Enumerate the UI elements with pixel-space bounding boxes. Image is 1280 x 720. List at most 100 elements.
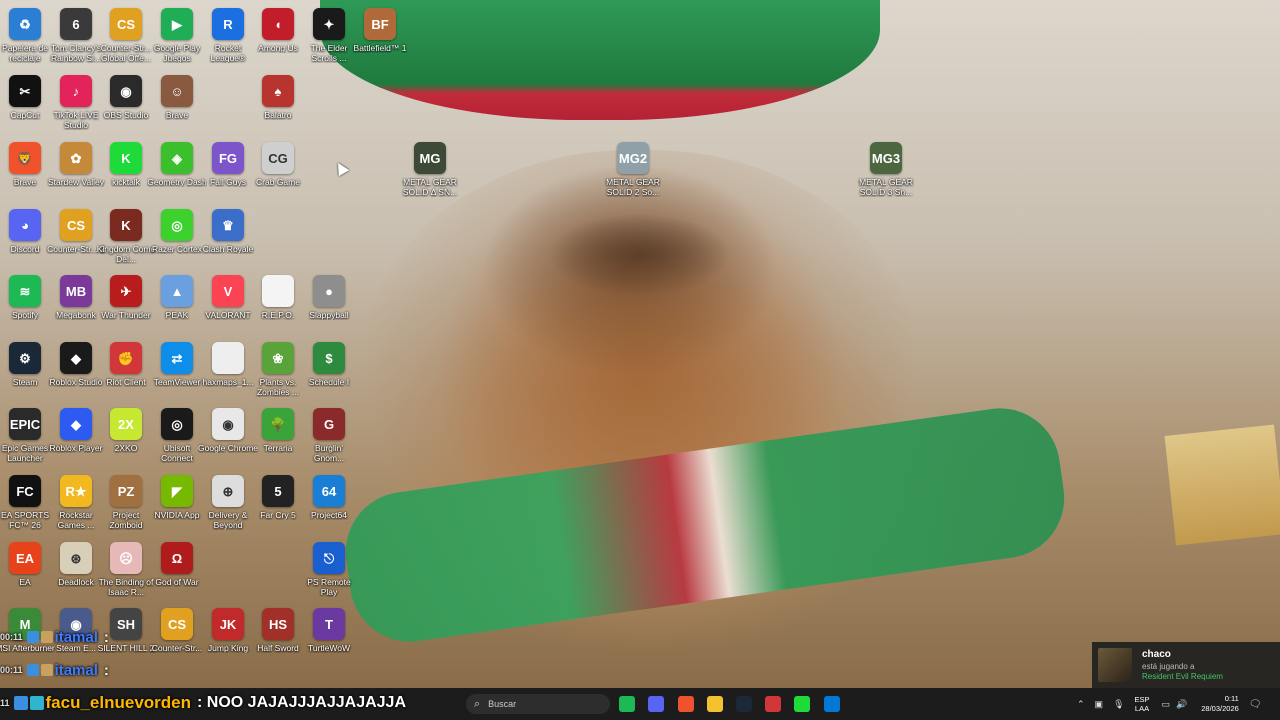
desktop-icon[interactable]: ☺ Brave bbox=[145, 71, 209, 135]
kicktalk-taskbar-icon[interactable] bbox=[794, 696, 810, 712]
war-thunder-icon: ✈ bbox=[110, 275, 142, 307]
teamviewer-icon: ⇄ bbox=[161, 342, 193, 374]
desktop-icon[interactable]: 64 Project64 bbox=[297, 471, 361, 535]
brave-icon: 🦁 bbox=[9, 142, 41, 174]
silent-hill-icon: SH bbox=[110, 608, 142, 640]
desktop-icon-label: Balatro bbox=[264, 110, 292, 120]
chat-badge-icon bbox=[26, 631, 39, 643]
desktop-icon[interactable]: $ Schedule I bbox=[297, 338, 361, 402]
fall-guys-icon: FG bbox=[212, 142, 244, 174]
jump-king-icon: JK bbox=[212, 608, 244, 640]
desktop-icon[interactable]: ● Slappyball bbox=[297, 271, 361, 335]
desktop-icon-label: Battlefield™ 1 bbox=[353, 43, 407, 53]
microphone-icon[interactable]: 🎙 bbox=[1113, 699, 1124, 710]
chat-username: facu_elnuevorden bbox=[45, 693, 192, 712]
language-code: ESP bbox=[1134, 695, 1150, 704]
desktop-icon-label: PS Remote Play bbox=[307, 577, 351, 597]
notifications-icon[interactable]: 🗨 bbox=[1249, 699, 1262, 710]
wallpaper-background-object bbox=[1164, 424, 1280, 546]
chat-badge-icon bbox=[29, 696, 44, 710]
slappyball-icon: ● bbox=[313, 275, 345, 307]
spotify-taskbar-icon[interactable] bbox=[619, 696, 635, 712]
roblox-player-icon: ◆ bbox=[60, 408, 92, 440]
roblox-studio-icon: ◆ bbox=[60, 342, 92, 374]
taskbar-clock[interactable]: 0:11 28/03/2026 bbox=[1201, 694, 1239, 714]
spotify-icon: ≋ bbox=[9, 275, 41, 307]
desktop-icon[interactable]: BF Battlefield™ 1 bbox=[348, 4, 412, 68]
god-of-war-icon: Ω bbox=[161, 542, 193, 574]
desktop-icon-label: METAL GEAR SOLID 2 So... bbox=[606, 177, 660, 197]
epic-games-icon: EPIC bbox=[9, 408, 41, 440]
input-language[interactable]: ESP LAA bbox=[1135, 695, 1150, 713]
notification-game: Resident Evil Requiem bbox=[1142, 672, 1223, 681]
meme-overlay-icon: ☺ bbox=[161, 75, 193, 107]
clock-date: 28/03/2026 bbox=[1201, 704, 1239, 713]
far-cry-5-icon: 5 bbox=[262, 475, 294, 507]
desktop-icon[interactable]: CG Crab Game bbox=[246, 138, 310, 202]
riot-client-icon: ✊ bbox=[110, 342, 142, 374]
volume-icon[interactable]: 🔊 bbox=[1176, 699, 1187, 710]
system-tray: ⌃ ▣ 🎙 ESP LAA ▭ 🔊 0:11 28/03/2026 🗨 bbox=[1077, 688, 1262, 720]
desktop-icon[interactable]: T TurtleWoW bbox=[297, 604, 361, 668]
mgs-delta-icon: MG bbox=[414, 142, 446, 174]
kicktalk-icon: K bbox=[110, 142, 142, 174]
csgo-icon: CS bbox=[110, 8, 142, 40]
ea-fc-icon: FC bbox=[9, 475, 41, 507]
desktop-icon-label: Brave bbox=[165, 110, 189, 120]
gamepad-icon[interactable]: ▣ bbox=[1095, 699, 1104, 710]
desktop-icon-label: Burglin' Gnom... bbox=[313, 443, 345, 463]
desktop-icon[interactable]: ♛ Clash Royale bbox=[196, 205, 260, 269]
chat-badge-icon bbox=[40, 631, 53, 643]
desktop-icon[interactable]: MG METAL GEAR SOLID Δ SN... bbox=[398, 138, 462, 202]
file-icon bbox=[212, 342, 244, 374]
ea-icon: EA bbox=[9, 542, 41, 574]
chat-text: : bbox=[103, 661, 109, 679]
recycle-bin-icon: ♻ bbox=[9, 8, 41, 40]
mgs3-icon: MG3 bbox=[870, 142, 902, 174]
desktop-icon[interactable]: MG2 METAL GEAR SOLID 2 So... bbox=[601, 138, 665, 202]
network-icon[interactable]: ▭ bbox=[1162, 699, 1171, 710]
discord-taskbar-icon[interactable] bbox=[648, 696, 664, 712]
activity-notification[interactable]: chaco está jugando a Resident Evil Requi… bbox=[1092, 642, 1280, 688]
chat-text: : NOO JAJAJJJAJJAJAJJA bbox=[197, 694, 406, 711]
search-placeholder: Buscar bbox=[488, 699, 517, 709]
desktop-icon[interactable]: ⎋ PS Remote Play bbox=[297, 538, 361, 602]
desktop-icon-label: Clash Royale bbox=[202, 244, 254, 254]
notification-username: chaco bbox=[1142, 649, 1171, 660]
balatro-icon: ♠ bbox=[262, 75, 294, 107]
desktop-icon[interactable]: G Burglin' Gnom... bbox=[297, 404, 361, 468]
desktop-icon-label: Slappyball bbox=[309, 310, 349, 320]
cs2-icon: CS bbox=[60, 209, 92, 241]
chrome-icon: ◉ bbox=[212, 408, 244, 440]
capcut-icon: ✂ bbox=[9, 75, 41, 107]
chat-username: itamal bbox=[54, 628, 98, 646]
brave-taskbar-icon[interactable] bbox=[678, 696, 694, 712]
desktop-icon-label: Crab Game bbox=[256, 177, 300, 187]
capcut-taskbar-icon[interactable] bbox=[824, 696, 840, 712]
among-us-icon: ◖ bbox=[262, 8, 294, 40]
show-hidden-icons-chevron-icon[interactable]: ⌃ bbox=[1077, 699, 1085, 710]
riot-taskbar-icon[interactable] bbox=[765, 696, 781, 712]
cs-icon: CS bbox=[161, 608, 193, 640]
desktop-icon[interactable]: Ω God of War bbox=[145, 538, 209, 602]
desktop-icon-label: God of War bbox=[155, 577, 199, 587]
chat-timestamp: 00:11 bbox=[0, 632, 23, 642]
file-explorer-taskbar-icon[interactable] bbox=[707, 696, 723, 712]
chat-timestamp: 00:11 bbox=[0, 665, 23, 675]
terraria-icon: 🌳 bbox=[262, 408, 294, 440]
steam-taskbar-icon[interactable] bbox=[736, 696, 752, 712]
schedule-one-icon: $ bbox=[313, 342, 345, 374]
pvz-icon: ❀ bbox=[262, 342, 294, 374]
clash-royale-icon: ♛ bbox=[212, 209, 244, 241]
burglin-gnomes-icon: G bbox=[313, 408, 345, 440]
taskbar-search-box[interactable]: ⌕ Buscar bbox=[466, 694, 610, 714]
half-sword-icon: HS bbox=[262, 608, 294, 640]
desktop-icon[interactable]: ♠ Balatro bbox=[246, 71, 310, 135]
chat-text: : bbox=[103, 628, 109, 646]
file-icon bbox=[262, 275, 294, 307]
desktop-icon[interactable]: MG3 METAL GEAR SOLID 3 Sn... bbox=[854, 138, 918, 202]
chat-message: 00:11 itamal : bbox=[0, 659, 109, 681]
valorant-icon: V bbox=[212, 275, 244, 307]
google-play-games-icon: ▶ bbox=[161, 8, 193, 40]
elder-scrolls-icon: ✦ bbox=[313, 8, 345, 40]
